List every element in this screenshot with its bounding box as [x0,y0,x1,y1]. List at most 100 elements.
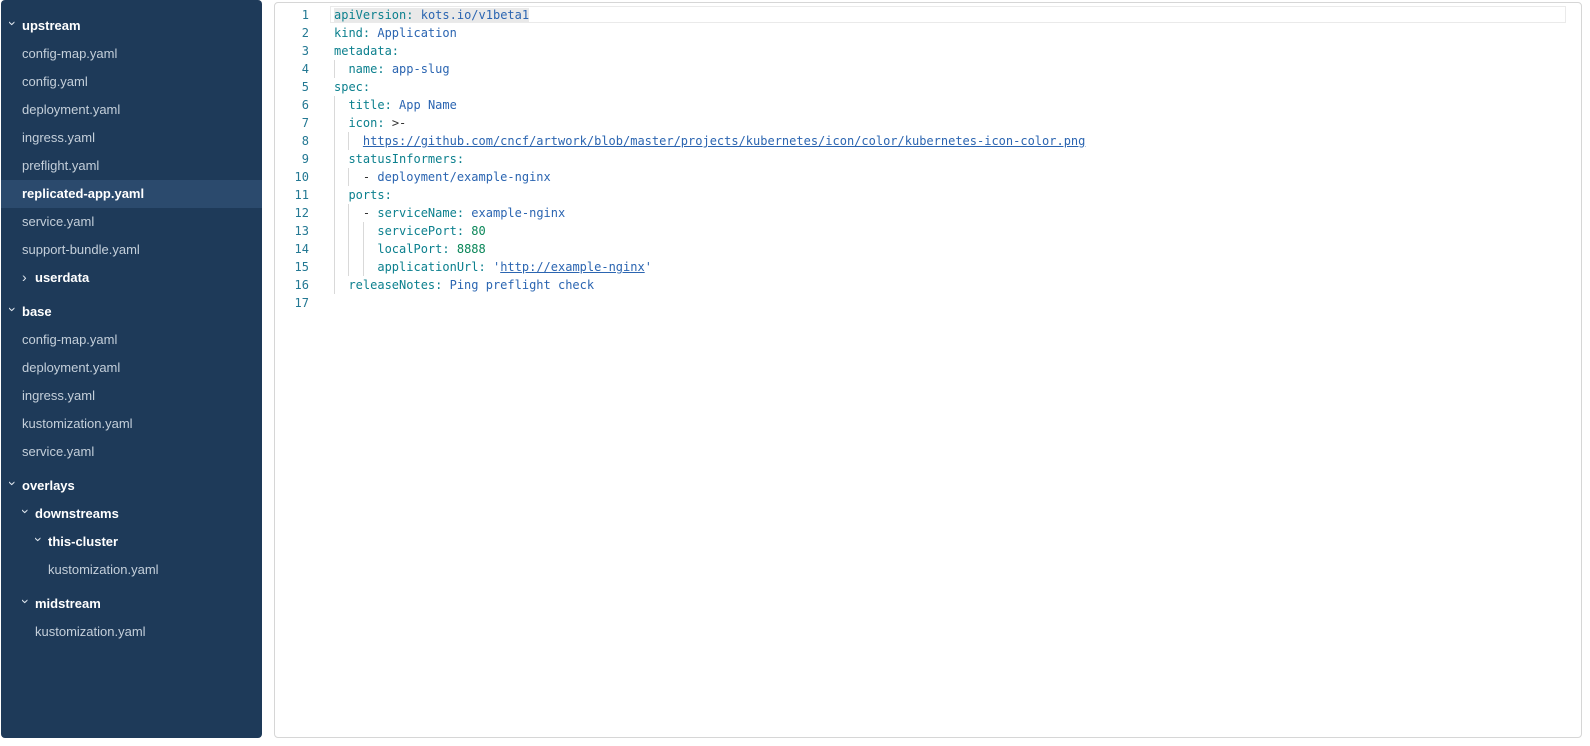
code-tokens: applicationUrl: 'http://example-nginx' [334,260,652,274]
code-line-4[interactable]: 4 name: app-slug [275,60,1581,78]
code-token: kots.io/v1beta1 [421,8,529,22]
tree-item-kustomization-yaml[interactable]: kustomization.yaml [1,410,262,438]
code-line-17[interactable]: 17 [275,294,1581,312]
chevron-down-icon: › [6,481,20,489]
tree-item-label: config-map.yaml [22,326,117,354]
url-link[interactable]: https://github.com/cncf/artwork/blob/mas… [363,134,1085,148]
app-root: ›upstreamconfig-map.yamlconfig.yamldeplo… [0,0,1590,746]
line-number: 1 [275,6,309,24]
code-tokens: ports: [334,188,392,202]
tree-item-deployment-yaml[interactable]: deployment.yaml [1,354,262,382]
code-tokens: icon: >- [334,116,406,130]
code-editor[interactable]: 1apiVersion: kots.io/v1beta12kind: Appli… [275,3,1581,312]
line-number: 4 [275,60,309,78]
code-line-11[interactable]: 11 ports: [275,186,1581,204]
tree-item-label: config.yaml [22,68,88,96]
line-number: 5 [275,78,309,96]
chevron-right-icon: › [22,270,30,284]
tree-item-userdata[interactable]: ›userdata [1,264,262,292]
line-number: 16 [275,276,309,294]
code-line-content: servicePort: 80 [334,222,1581,240]
tree-item-kustomization-yaml[interactable]: kustomization.yaml [1,618,262,646]
code-line-9[interactable]: 9 statusInformers: [275,150,1581,168]
code-tokens: kind: Application [334,26,457,40]
code-token [442,278,449,292]
tree-item-support-bundle-yaml[interactable]: support-bundle.yaml [1,236,262,264]
tree-item-deployment-yaml[interactable]: deployment.yaml [1,96,262,124]
line-number: 10 [275,168,309,186]
tree-item-config-map-yaml[interactable]: config-map.yaml [1,40,262,68]
tree-item-midstream[interactable]: ›midstream [1,590,262,618]
line-number: 15 [275,258,309,276]
code-line-2[interactable]: 2kind: Application [275,24,1581,42]
tree-item-upstream[interactable]: ›upstream [1,12,262,40]
tree-item-label: this-cluster [48,528,118,556]
tree-item-preflight-yaml[interactable]: preflight.yaml [1,152,262,180]
tree-item-label: ingress.yaml [22,382,95,410]
tree-item-label: support-bundle.yaml [22,236,140,264]
tree-item-label: service.yaml [22,208,94,236]
line-number: 9 [275,150,309,168]
chevron-down-icon: › [6,307,20,315]
tree-item-config-yaml[interactable]: config.yaml [1,68,262,96]
code-token: ports: [348,188,391,202]
chevron-down-icon: › [32,537,46,545]
code-line-5[interactable]: 5 spec: [275,78,1581,96]
code-line-1[interactable]: 1apiVersion: kots.io/v1beta1 [275,6,1581,24]
chevron-down-icon: › [19,509,33,517]
code-tokens: name: app-slug [334,62,450,76]
code-token [450,242,457,256]
code-token [334,170,363,184]
tree-item-overlays[interactable]: ›overlays [1,472,262,500]
tree-item-this-cluster[interactable]: ›this-cluster [1,528,262,556]
code-line-content: releaseNotes: Ping preflight check [334,276,1581,294]
tree-item-label: kustomization.yaml [22,410,133,438]
code-line-3[interactable]: 3 metadata: [275,42,1581,60]
code-token: spec: [334,80,370,94]
code-token: kind: [334,26,370,40]
tree-item-label: service.yaml [22,438,94,466]
tree-item-replicated-app-yaml[interactable]: replicated-app.yaml [1,180,262,208]
tree-item-config-map-yaml[interactable]: config-map.yaml [1,326,262,354]
code-token: localPort: [377,242,449,256]
tree-item-ingress-yaml[interactable]: ingress.yaml [1,124,262,152]
tree-item-label: base [22,298,52,326]
code-token: applicationUrl: [377,260,485,274]
code-token [334,134,363,148]
code-token: Ping preflight check [450,278,595,292]
url-link[interactable]: http://example-nginx [500,260,645,274]
tree-item-label: deployment.yaml [22,96,120,124]
code-line-15[interactable]: 15 applicationUrl: 'http://example-nginx… [275,258,1581,276]
code-line-16[interactable]: 16 releaseNotes: Ping preflight check [275,276,1581,294]
code-token: >- [392,116,406,130]
tree-item-ingress-yaml[interactable]: ingress.yaml [1,382,262,410]
code-line-6[interactable]: 6 title: App Name [275,96,1581,114]
code-line-8[interactable]: 8 https://github.com/cncf/artwork/blob/m… [275,132,1581,150]
editor-panel: 1apiVersion: kots.io/v1beta12kind: Appli… [274,2,1582,738]
code-token [385,116,392,130]
code-line-12[interactable]: 12 - serviceName: example-nginx [275,204,1581,222]
code-line-10[interactable]: 10 - deployment/example-nginx [275,168,1581,186]
tree-item-service-yaml[interactable]: service.yaml [1,438,262,466]
tree-item-service-yaml[interactable]: service.yaml [1,208,262,236]
code-tokens: metadata: [334,44,399,58]
line-number: 8 [275,132,309,150]
file-tree-sidebar: ›upstreamconfig-map.yamlconfig.yamldeplo… [1,0,262,738]
code-line-13[interactable]: 13 servicePort: 80 [275,222,1581,240]
code-token: title: [348,98,391,112]
tree-item-kustomization-yaml[interactable]: kustomization.yaml [1,556,262,584]
code-token: Application [377,26,456,40]
code-line-14[interactable]: 14 localPort: 8888 [275,240,1581,258]
code-tokens: - serviceName: example-nginx [334,206,565,220]
code-token [334,242,377,256]
code-token: name: [348,62,384,76]
tree-item-downstreams[interactable]: ›downstreams [1,500,262,528]
line-number: 3 [275,42,309,60]
tree-item-base[interactable]: ›base [1,298,262,326]
code-token [334,116,348,130]
code-token: app-slug [392,62,450,76]
line-number: 11 [275,186,309,204]
code-line-7[interactable]: 7 icon: >- [275,114,1581,132]
code-line-content: icon: >- [334,114,1581,132]
code-line-content: ports: [334,186,1581,204]
